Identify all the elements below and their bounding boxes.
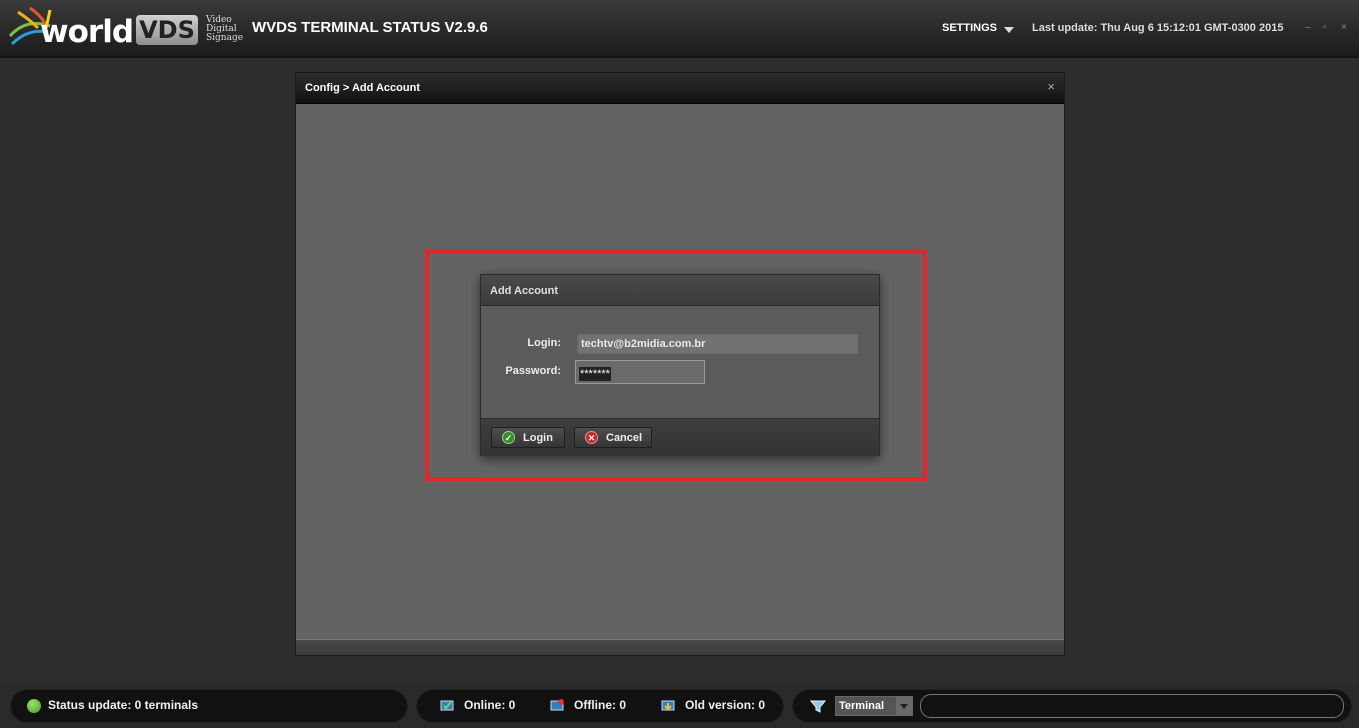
add-account-dialog: Add Account Login: techtv@b2midia.com.br… xyxy=(480,274,880,456)
config-window-title: Config > Add Account xyxy=(305,82,420,94)
checkmark-icon: ✓ xyxy=(502,431,515,444)
old-version-count[interactable]: Old version: 0 xyxy=(685,698,765,712)
status-update-text: Status update: 0 terminals xyxy=(48,698,199,712)
chevron-down-icon[interactable] xyxy=(896,697,912,715)
login-label: Login: xyxy=(527,337,561,349)
config-window-titlebar: Config > Add Account × xyxy=(296,73,1064,104)
offline-monitor-icon xyxy=(550,699,564,711)
app-title: WVDS TERMINAL STATUS V2.9.6 xyxy=(252,19,488,36)
filter-select[interactable]: Terminal xyxy=(835,696,913,716)
settings-menu-button[interactable]: SETTINGS xyxy=(942,22,997,34)
config-window-footer xyxy=(296,639,1064,655)
dialog-title: Add Account xyxy=(490,285,559,297)
logo-world-text: world xyxy=(40,14,134,50)
logo-vds-text: VDS xyxy=(136,15,198,45)
logo-tagline: Video Digital Signage xyxy=(206,16,243,43)
close-icon[interactable]: × xyxy=(1341,22,1347,33)
login-button[interactable]: ✓ Login xyxy=(491,427,565,448)
password-input[interactable]: ******* xyxy=(575,360,705,384)
restore-icon[interactable]: ▫ xyxy=(1323,22,1327,33)
status-update-pill: Status update: 0 terminals xyxy=(10,689,408,723)
online-monitor-icon xyxy=(440,700,454,711)
search-input[interactable] xyxy=(920,694,1344,718)
old-version-monitor-icon xyxy=(661,700,675,711)
cancel-button[interactable]: ✕ Cancel xyxy=(574,427,652,448)
login-button-label: Login xyxy=(523,432,553,444)
close-icon[interactable]: × xyxy=(1047,79,1055,94)
offline-count[interactable]: Offline: 0 xyxy=(574,698,626,712)
filter-select-value: Terminal xyxy=(839,700,885,712)
logo-tagline-line: Signage xyxy=(206,33,244,43)
dialog-footer: ✓ Login ✕ Cancel xyxy=(481,418,879,456)
worldvds-logo: world VDS Video Digital Signage xyxy=(8,6,246,52)
status-bar: Status update: 0 terminals Online: 0 Off… xyxy=(0,684,1359,728)
status-green-dot-icon xyxy=(27,699,41,713)
cancel-x-icon: ✕ xyxy=(585,431,598,444)
login-input[interactable]: techtv@b2midia.com.br xyxy=(577,334,858,354)
password-label: Password: xyxy=(505,365,561,377)
app-header: world VDS Video Digital Signage WVDS TER… xyxy=(0,0,1359,58)
cancel-button-label: Cancel xyxy=(606,432,643,444)
minimize-icon[interactable]: – xyxy=(1305,22,1311,33)
password-value: ******* xyxy=(579,367,611,381)
last-update-text: Last update: Thu Aug 6 15:12:01 GMT-0300… xyxy=(1032,22,1284,34)
dialog-header: Add Account xyxy=(481,275,879,306)
filter-funnel-icon xyxy=(810,700,826,713)
chevron-down-icon[interactable] xyxy=(1004,27,1014,33)
online-count[interactable]: Online: 0 xyxy=(464,698,515,712)
terminal-counts-pill: Online: 0 Offline: 0 Old version: 0 xyxy=(416,689,784,723)
